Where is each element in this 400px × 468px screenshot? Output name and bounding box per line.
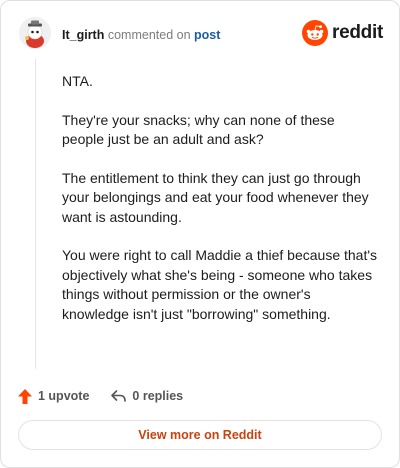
thread-line bbox=[35, 59, 36, 369]
comment-body: NTA. They're your snacks; why can none o… bbox=[62, 72, 380, 343]
brand-name: reddit bbox=[332, 22, 383, 43]
view-more-button[interactable]: View more on Reddit bbox=[18, 420, 382, 450]
comment-paragraph: NTA. bbox=[62, 73, 93, 89]
comment-paragraph: You were right to call Maddie a thief be… bbox=[62, 247, 378, 322]
upvote-count: 1 upvote bbox=[38, 389, 90, 403]
comment-footer: 1 upvote 0 replies bbox=[17, 385, 183, 407]
avatar[interactable] bbox=[19, 17, 51, 49]
replies-count: 0 replies bbox=[132, 389, 184, 403]
reddit-logo-icon bbox=[302, 20, 329, 46]
replies-button[interactable]: 0 replies bbox=[110, 388, 183, 404]
upvote-arrow-icon bbox=[18, 388, 32, 404]
comment-meta: It_girth commented on post bbox=[62, 27, 220, 43]
reply-arrow-icon bbox=[111, 390, 127, 402]
comment-paragraph: They're your snacks; why can none of the… bbox=[62, 111, 335, 148]
comment-action-text: commented on bbox=[107, 28, 191, 42]
comment-card: It_girth commented on post reddit NTA. T… bbox=[0, 0, 400, 468]
avatar-icon bbox=[19, 17, 51, 49]
comment-header: It_girth commented on post reddit bbox=[19, 17, 383, 51]
reddit-logo[interactable]: reddit bbox=[302, 19, 383, 47]
upvote-button[interactable]: 1 upvote bbox=[17, 388, 89, 405]
comment-paragraph: The entitlement to think they can just g… bbox=[62, 169, 369, 225]
username-link[interactable]: It_girth bbox=[62, 28, 104, 42]
post-link[interactable]: post bbox=[194, 28, 220, 42]
